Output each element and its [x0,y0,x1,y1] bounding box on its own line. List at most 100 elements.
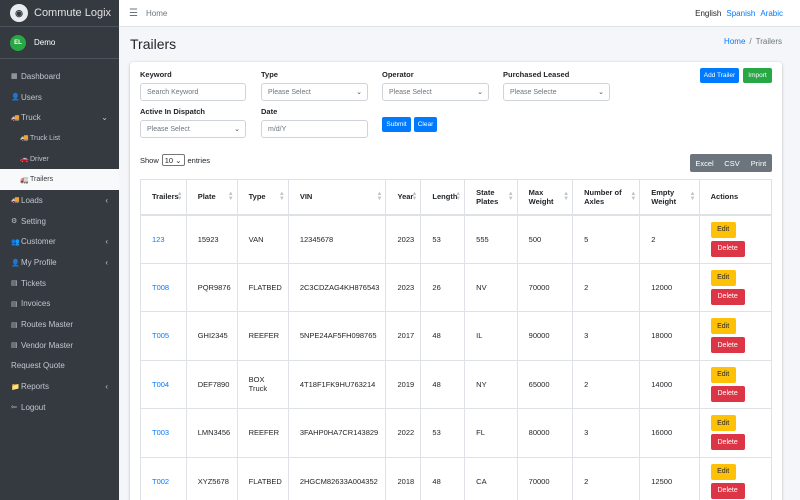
column-header-empty-weight[interactable]: Empty Weight ▲ ▼ [639,179,700,216]
sort-icon[interactable]: ▲ ▼ [411,191,417,202]
active-in-dispatch-select[interactable]: Please Select ⌄ [140,120,246,138]
add-trailer-button[interactable]: Add Trailer [700,68,739,83]
column-header-plate[interactable]: Plate ▲ ▼ [185,179,238,216]
column-header-year[interactable]: Year ▲ ▼ [385,179,422,216]
chevron-left-icon: ‹ [105,237,108,247]
sidebar-item-invoices[interactable]: ▤ Invoices [0,294,119,315]
sidebar-item-routes-master[interactable]: ▤ Routes Master [0,314,119,335]
sidebar-item-setting[interactable]: ⚙ Setting [0,211,119,232]
sort-icon[interactable]: ▲ ▼ [455,191,461,202]
sort-icon[interactable]: ▲ ▼ [508,191,514,202]
edit-button[interactable]: Edit [710,366,736,383]
purchased-leased-label: Purchased Leased [503,70,570,79]
trailer-id-link[interactable]: T003 [140,408,187,458]
trailer-id-link[interactable]: T004 [140,359,187,409]
print-button[interactable]: Print [745,154,772,172]
trailer-id-link[interactable]: T002 [140,456,187,500]
delete-button[interactable]: Delete [710,288,745,305]
date-input[interactable]: m/d/Y [261,120,368,138]
lang-english[interactable]: English [695,9,721,18]
column-header-number-of-axles[interactable]: Number of Axles ▲ ▼ [572,179,641,216]
column-header-max-weight[interactable]: Max Weight ▲ ▼ [516,179,574,216]
sidebar-item-truck-list[interactable]: 🚚 Truck List [0,128,119,149]
sort-icon[interactable]: ▲ ▼ [563,191,569,202]
sidebar-item-label: My Profile [21,258,57,268]
column-header-state-plates[interactable]: State Plates ▲ ▼ [464,179,518,216]
column-header-label: State Plates [476,187,499,206]
column-header-label: VIN [299,192,313,202]
delete-button[interactable]: Delete [710,434,745,451]
sort-icon[interactable]: ▲ ▼ [228,191,234,202]
table-cell: 2023 [385,214,422,264]
edit-button[interactable]: Edit [710,463,736,480]
sort-icon[interactable]: ▲ ▼ [690,191,696,202]
lang-spanish[interactable]: Spanish [726,9,755,18]
sidebar-item-logout[interactable]: ⇦ Logout [0,397,119,418]
entries-select[interactable]: 10 ⌄ [161,154,185,166]
breadcrumb-home[interactable]: Home [724,37,745,46]
sidebar-item-dashboard[interactable]: ▦ Dashboard [0,66,119,87]
sidebar-item-request-quote[interactable]: Request Quote [0,356,119,377]
table-cell: 48 [420,311,466,361]
sidebar-item-users[interactable]: 👤 Users [0,87,119,108]
sidebar-item-label: Setting [21,216,46,226]
edit-button[interactable]: Edit [710,221,736,238]
table-cell: 500 [516,214,574,264]
sidebar-item-reports[interactable]: 📁 Reports ‹ [0,376,119,397]
clear-button[interactable]: Clear [414,117,437,132]
brand-logo-icon: ◉ [10,4,28,22]
delete-button[interactable]: Delete [710,240,745,257]
sidebar-item-loads[interactable]: 🚚 Loads ‹ [0,190,119,211]
edit-button[interactable]: Edit [710,415,736,432]
menu-toggle-icon[interactable]: ☰ [129,8,138,19]
table-cell: 48 [420,456,466,500]
sort-icon[interactable]: ▲ ▼ [630,191,636,202]
edit-button[interactable]: Edit [710,269,736,286]
column-header-type[interactable]: Type ▲ ▼ [236,179,289,216]
type-select[interactable]: Please Select ⌄ [261,83,368,101]
operator-select[interactable]: Please Select ⌄ [382,83,489,101]
table-cell: NV [464,262,518,312]
import-button[interactable]: Import [743,68,772,83]
table-cell: PQR9876 [185,262,238,312]
vendor-icon: ▤ [11,342,18,350]
sidebar-item-customer[interactable]: 👥 Customer ‹ [0,232,119,253]
delete-button[interactable]: Delete [710,385,745,402]
sort-icon[interactable]: ▲ ▼ [377,191,383,202]
sidebar-item-truck[interactable]: 🚚 Truck ⌄ [0,107,119,128]
column-header-trailers[interactable]: Trailers ▲ ▼ [140,179,187,216]
trailer-id-link[interactable]: T008 [140,262,187,312]
user-panel[interactable]: EL Demo [0,27,119,59]
sidebar-item-vendor-master[interactable]: ▤ Vendor Master [0,335,119,356]
table-cell: 5NPE24AF5FH098765 [287,311,387,361]
sidebar-item-trailers[interactable]: 🚛 Trailers [0,169,119,191]
column-header-length[interactable]: Length ▲ ▼ [420,179,466,216]
user-icon: 👤 [11,94,20,102]
purchased-leased-select[interactable]: Please Selecte ⌄ [503,83,610,101]
sidebar-item-my-profile[interactable]: 👤 My Profile ‹ [0,252,119,273]
row-actions: Edit Delete [710,463,765,499]
submit-button[interactable]: Submit [382,117,411,132]
user-icon: 👤 [11,259,20,267]
table-cell: LMN3456 [185,408,238,458]
trailer-id-link[interactable]: T005 [140,311,187,361]
topbar-home-link[interactable]: Home [146,9,167,18]
edit-button[interactable]: Edit [710,318,736,335]
export-excel-button[interactable]: Excel [690,154,719,172]
lang-arabic[interactable]: Arabic [760,9,783,18]
delete-button[interactable]: Delete [710,337,745,354]
table-cell: 90000 [516,311,574,361]
sidebar-item-driver[interactable]: 🚗 Driver [0,149,119,170]
sort-icon[interactable]: ▲ ▼ [279,191,285,202]
delete-button[interactable]: Delete [710,482,745,499]
export-csv-button[interactable]: CSV [719,154,745,172]
sidebar-item-tickets[interactable]: ▤ Tickets [0,273,119,294]
gear-icon: ⚙ [11,218,18,226]
chevron-down-icon: ⌄ [598,89,604,96]
actions-cell: Edit Delete [698,214,773,264]
column-header-vin[interactable]: VIN ▲ ▼ [287,179,387,216]
sort-icon[interactable]: ▲ ▼ [177,191,183,202]
keyword-input[interactable]: Search Keyword [140,83,246,101]
brand[interactable]: ◉ Commute Logix [0,0,119,27]
trailer-id-link[interactable]: 123 [140,214,187,264]
